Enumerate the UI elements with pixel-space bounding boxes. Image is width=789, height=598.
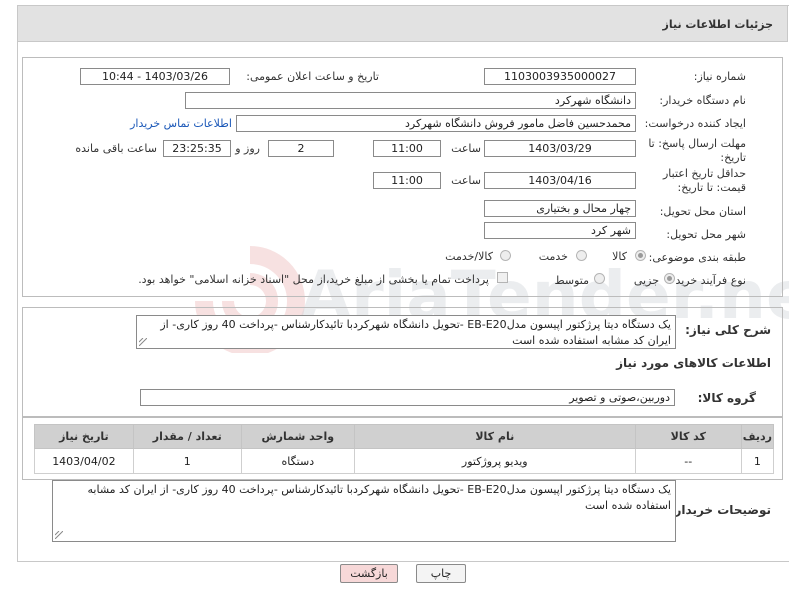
purchase-type-radio-minor[interactable] [664, 273, 675, 284]
remaining-days-field: 2 [268, 140, 334, 157]
buyer-notes-textarea[interactable]: یک دستگاه دیتا پرژکتور اپیسون مدلEB-E20 … [52, 480, 676, 542]
resize-grip-icon[interactable] [139, 338, 147, 346]
buyer-notes-label: توضیحات خریدار: [669, 503, 771, 517]
treasury-payment-checkbox[interactable] [497, 272, 508, 283]
purchase-type-option-medium: متوسط [554, 274, 589, 287]
resize-grip-icon[interactable] [55, 531, 63, 539]
header-panel: جزئیات اطلاعات نیاز [17, 5, 788, 42]
announce-datetime-label: تاریخ و ساعت اعلان عمومی: [246, 70, 379, 83]
page-title: جزئیات اطلاعات نیاز [662, 18, 774, 31]
need-number-field: 1103003935000027 [484, 68, 636, 85]
goods-group-label: گروه کالا: [697, 391, 756, 405]
purchase-type-option-minor: جزیی [633, 274, 659, 287]
price-validity-time-field: 11:00 [373, 172, 441, 189]
goods-table-header: ردیف کد کالا نام کالا واحد شمارش تعداد /… [34, 424, 775, 449]
back-button[interactable]: بازگشت [340, 564, 398, 583]
category-option-service: خدمت [538, 250, 568, 263]
price-validity-date-field: 1403/04/16 [484, 172, 636, 189]
description-label: شرح کلی نیاز: [685, 323, 771, 337]
province-field: چهار محال و بختیاری [484, 200, 636, 217]
treasury-payment-note: پرداخت تمام یا بخشی از مبلغ خرید،از محل … [138, 273, 489, 286]
remaining-time-field: 23:25:35 [163, 140, 231, 157]
category-radio-service[interactable] [576, 250, 587, 261]
purchase-type-radio-medium[interactable] [594, 273, 605, 284]
need-number-label: شماره نیاز: [693, 70, 746, 83]
col-unit: واحد شمارش [240, 424, 355, 449]
price-validity-label: حداقل تاریخ اعتبار قیمت: تا تاریخ: [662, 167, 746, 194]
col-date: تاریخ نیاز [34, 424, 134, 449]
category-option-goods-service: کالا/خدمت [445, 250, 493, 263]
buyer-contact-link[interactable]: اطلاعات تماس خریدار [130, 117, 232, 130]
category-radio-goods[interactable] [635, 250, 646, 261]
requester-label: ایجاد کننده درخواست: [644, 117, 746, 130]
purchase-type-label: نوع فرآیند خرید : [668, 274, 746, 287]
reply-deadline-label: مهلت ارسال پاسخ: تا تاریخ: [648, 137, 746, 164]
category-radio-goods-service[interactable] [500, 250, 511, 261]
print-button[interactable]: چاپ [416, 564, 466, 583]
category-label: طبقه بندی موضوعی: [648, 251, 746, 264]
remaining-time-label: ساعت باقی مانده [75, 142, 157, 155]
reply-deadline-time-label: ساعت [451, 142, 481, 155]
category-option-goods: کالا [612, 250, 627, 263]
goods-section-title: اطلاعات کالاهای مورد نیاز [616, 356, 771, 370]
remaining-days-label: روز و [235, 142, 260, 155]
description-text: یک دستگاه دیتا پرژکتور اپیسون مدلEB-E20 … [160, 318, 671, 347]
col-code: کد کالا [634, 424, 742, 449]
description-textarea[interactable]: یک دستگاه دیتا پرژکتور اپیسون مدلEB-E20 … [136, 315, 676, 349]
city-field: شهر کرد [484, 222, 636, 239]
buyer-org-label: نام دستگاه خریدار: [659, 94, 746, 107]
price-validity-time-label: ساعت [451, 174, 481, 187]
reply-deadline-date-field: 1403/03/29 [484, 140, 636, 157]
goods-group-field: دوربین،صوتی و تصویر [140, 389, 675, 406]
col-row: ردیف [740, 424, 775, 449]
buyer-notes-text: یک دستگاه دیتا پرژکتور اپیسون مدلEB-E20 … [87, 483, 671, 512]
requester-field: محمدحسین فاضل مامور فروش دانشگاه شهرکرد [236, 115, 636, 132]
col-name: نام کالا [353, 424, 636, 449]
col-qty: تعداد / مقدار [132, 424, 242, 449]
buyer-org-field: دانشگاه شهرکرد [185, 92, 636, 109]
announce-datetime-field: 1403/03/26 - 10:44 [80, 68, 230, 85]
reply-deadline-time-field: 11:00 [373, 140, 441, 157]
city-label: شهر محل تحویل: [666, 228, 746, 241]
province-label: استان محل تحویل: [659, 205, 746, 218]
